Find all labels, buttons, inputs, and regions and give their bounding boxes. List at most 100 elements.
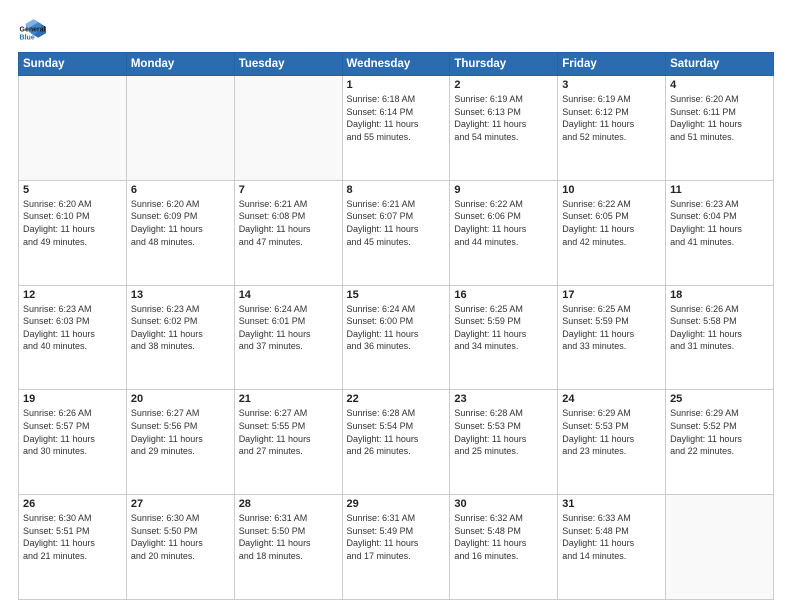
day-info: Sunrise: 6:20 AM Sunset: 6:10 PM Dayligh… (23, 198, 122, 248)
day-number: 20 (131, 393, 230, 405)
day-info: Sunrise: 6:31 AM Sunset: 5:50 PM Dayligh… (239, 512, 338, 562)
day-info: Sunrise: 6:24 AM Sunset: 6:01 PM Dayligh… (239, 303, 338, 353)
day-info: Sunrise: 6:21 AM Sunset: 6:07 PM Dayligh… (347, 198, 446, 248)
day-info: Sunrise: 6:28 AM Sunset: 5:54 PM Dayligh… (347, 407, 446, 457)
day-number: 17 (562, 289, 661, 301)
day-info: Sunrise: 6:20 AM Sunset: 6:11 PM Dayligh… (670, 93, 769, 143)
col-header-friday: Friday (558, 53, 666, 76)
col-header-saturday: Saturday (666, 53, 774, 76)
col-header-monday: Monday (126, 53, 234, 76)
day-cell: 9Sunrise: 6:22 AM Sunset: 6:06 PM Daylig… (450, 180, 558, 285)
day-number: 1 (347, 79, 446, 91)
day-info: Sunrise: 6:27 AM Sunset: 5:55 PM Dayligh… (239, 407, 338, 457)
day-info: Sunrise: 6:26 AM Sunset: 5:57 PM Dayligh… (23, 407, 122, 457)
day-info: Sunrise: 6:20 AM Sunset: 6:09 PM Dayligh… (131, 198, 230, 248)
col-header-wednesday: Wednesday (342, 53, 450, 76)
day-number: 27 (131, 498, 230, 510)
day-info: Sunrise: 6:26 AM Sunset: 5:58 PM Dayligh… (670, 303, 769, 353)
day-cell: 17 Sunrise: 6:25 AM Sunset: 5:59 PM Dayli… (558, 285, 666, 390)
day-number: 10 (562, 184, 661, 196)
day-info: Sunrise: 6:22 AM Sunset: 6:05 PM Dayligh… (562, 198, 661, 248)
day-info: Sunrise: 6:18 AM Sunset: 6:14 PM Dayligh… (347, 93, 446, 143)
day-number: 12 (23, 289, 122, 301)
day-cell: 14 Sunrise: 6:24 AM Sunset: 6:01 PM Dayli… (234, 285, 342, 390)
day-cell: 8Sunrise: 6:21 AM Sunset: 6:07 PM Daylig… (342, 180, 450, 285)
day-cell (666, 495, 774, 600)
day-info: Sunrise: 6:19 AM Sunset: 6:13 PM Dayligh… (454, 93, 553, 143)
col-header-tuesday: Tuesday (234, 53, 342, 76)
day-number: 30 (454, 498, 553, 510)
day-info: Sunrise: 6:25 AM Sunset: 5:59 PM Dayligh… (454, 303, 553, 353)
day-info: Sunrise: 6:23 AM Sunset: 6:03 PM Dayligh… (23, 303, 122, 353)
day-cell: 11 Sunrise: 6:23 AM Sunset: 6:04 PM Dayli… (666, 180, 774, 285)
day-info: Sunrise: 6:28 AM Sunset: 5:53 PM Dayligh… (454, 407, 553, 457)
day-number: 23 (454, 393, 553, 405)
day-info: Sunrise: 6:33 AM Sunset: 5:48 PM Dayligh… (562, 512, 661, 562)
day-cell (19, 76, 127, 181)
day-number: 15 (347, 289, 446, 301)
week-row-5: 26Sunrise: 6:30 AM Sunset: 5:51 PM Dayli… (19, 495, 774, 600)
day-info: Sunrise: 6:31 AM Sunset: 5:49 PM Dayligh… (347, 512, 446, 562)
svg-text:General: General (20, 27, 46, 34)
calendar-table: SundayMondayTuesdayWednesdayThursdayFrid… (18, 52, 774, 600)
day-cell: 4 Sunrise: 6:20 AM Sunset: 6:11 PM Daylig… (666, 76, 774, 181)
day-cell: 28 Sunrise: 6:31 AM Sunset: 5:50 PM Dayli… (234, 495, 342, 600)
week-row-1: 1 Sunrise: 6:18 AM Sunset: 6:14 PM Daylig… (19, 76, 774, 181)
day-cell: 20 Sunrise: 6:27 AM Sunset: 5:56 PM Dayli… (126, 390, 234, 495)
day-cell: 25 Sunrise: 6:29 AM Sunset: 5:52 PM Dayli… (666, 390, 774, 495)
day-cell: 10 Sunrise: 6:22 AM Sunset: 6:05 PM Dayli… (558, 180, 666, 285)
svg-text:Blue: Blue (20, 34, 35, 41)
day-info: Sunrise: 6:21 AM Sunset: 6:08 PM Dayligh… (239, 198, 338, 248)
day-number: 21 (239, 393, 338, 405)
day-number: 28 (239, 498, 338, 510)
logo: General Blue (18, 16, 50, 44)
day-cell: 2Sunrise: 6:19 AM Sunset: 6:13 PM Daylig… (450, 76, 558, 181)
day-number: 31 (562, 498, 661, 510)
day-info: Sunrise: 6:25 AM Sunset: 5:59 PM Dayligh… (562, 303, 661, 353)
day-number: 24 (562, 393, 661, 405)
day-info: Sunrise: 6:32 AM Sunset: 5:48 PM Dayligh… (454, 512, 553, 562)
day-info: Sunrise: 6:23 AM Sunset: 6:02 PM Dayligh… (131, 303, 230, 353)
day-info: Sunrise: 6:24 AM Sunset: 6:00 PM Dayligh… (347, 303, 446, 353)
header-row: SundayMondayTuesdayWednesdayThursdayFrid… (19, 53, 774, 76)
day-number: 13 (131, 289, 230, 301)
day-cell (234, 76, 342, 181)
day-info: Sunrise: 6:29 AM Sunset: 5:53 PM Dayligh… (562, 407, 661, 457)
day-cell: 29Sunrise: 6:31 AM Sunset: 5:49 PM Dayli… (342, 495, 450, 600)
day-cell: 23 Sunrise: 6:28 AM Sunset: 5:53 PM Dayli… (450, 390, 558, 495)
day-info: Sunrise: 6:30 AM Sunset: 5:50 PM Dayligh… (131, 512, 230, 562)
week-row-3: 12 Sunrise: 6:23 AM Sunset: 6:03 PM Dayli… (19, 285, 774, 390)
col-header-sunday: Sunday (19, 53, 127, 76)
day-cell: 7Sunrise: 6:21 AM Sunset: 6:08 PM Daylig… (234, 180, 342, 285)
day-info: Sunrise: 6:19 AM Sunset: 6:12 PM Dayligh… (562, 93, 661, 143)
day-number: 22 (347, 393, 446, 405)
day-cell: 18Sunrise: 6:26 AM Sunset: 5:58 PM Dayli… (666, 285, 774, 390)
day-cell (126, 76, 234, 181)
day-number: 25 (670, 393, 769, 405)
page: General Blue SundayMondayTuesdayWednesda… (0, 0, 792, 612)
col-header-thursday: Thursday (450, 53, 558, 76)
day-cell: 15 Sunrise: 6:24 AM Sunset: 6:00 PM Dayli… (342, 285, 450, 390)
day-number: 3 (562, 79, 661, 91)
day-cell: 13 Sunrise: 6:23 AM Sunset: 6:02 PM Dayli… (126, 285, 234, 390)
logo-icon: General Blue (18, 16, 46, 44)
day-number: 4 (670, 79, 769, 91)
day-info: Sunrise: 6:30 AM Sunset: 5:51 PM Dayligh… (23, 512, 122, 562)
day-cell: 16 Sunrise: 6:25 AM Sunset: 5:59 PM Dayli… (450, 285, 558, 390)
day-info: Sunrise: 6:27 AM Sunset: 5:56 PM Dayligh… (131, 407, 230, 457)
day-number: 19 (23, 393, 122, 405)
week-row-4: 19 Sunrise: 6:26 AM Sunset: 5:57 PM Dayli… (19, 390, 774, 495)
day-cell: 1 Sunrise: 6:18 AM Sunset: 6:14 PM Daylig… (342, 76, 450, 181)
day-number: 14 (239, 289, 338, 301)
day-info: Sunrise: 6:23 AM Sunset: 6:04 PM Dayligh… (670, 198, 769, 248)
day-number: 16 (454, 289, 553, 301)
week-row-2: 5 Sunrise: 6:20 AM Sunset: 6:10 PM Daylig… (19, 180, 774, 285)
day-number: 9 (454, 184, 553, 196)
day-cell: 22 Sunrise: 6:28 AM Sunset: 5:54 PM Dayli… (342, 390, 450, 495)
day-number: 11 (670, 184, 769, 196)
day-cell: 5 Sunrise: 6:20 AM Sunset: 6:10 PM Daylig… (19, 180, 127, 285)
day-number: 5 (23, 184, 122, 196)
day-cell: 30 Sunrise: 6:32 AM Sunset: 5:48 PM Dayli… (450, 495, 558, 600)
day-number: 6 (131, 184, 230, 196)
day-info: Sunrise: 6:29 AM Sunset: 5:52 PM Dayligh… (670, 407, 769, 457)
